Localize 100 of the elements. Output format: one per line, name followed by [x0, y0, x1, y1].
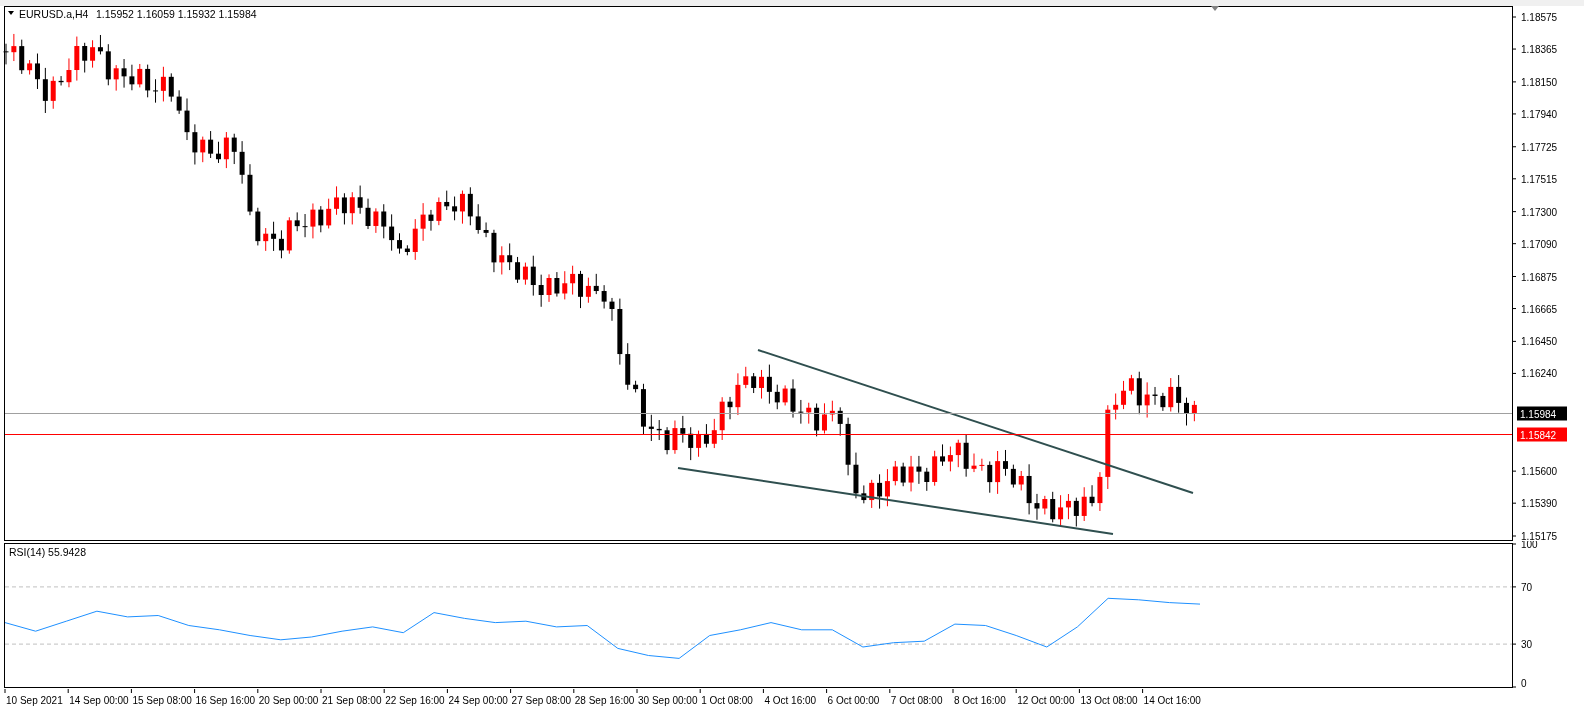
- candle: [168, 72, 174, 103]
- candle: [192, 123, 198, 165]
- candle: [27, 59, 33, 75]
- candle: [814, 402, 820, 437]
- price-axis-label: 1.15175: [1521, 531, 1558, 541]
- price-axis-label: 1.18575: [1521, 12, 1558, 23]
- candle: [625, 342, 631, 391]
- candle: [554, 271, 560, 298]
- candle: [908, 455, 914, 492]
- price-axis-label: 1.16240: [1521, 368, 1558, 380]
- candle: [208, 130, 214, 159]
- time-axis-label: 24 Sep 00:00: [448, 695, 508, 706]
- candle: [955, 439, 961, 468]
- rsi-axis-label: 70: [1521, 581, 1533, 593]
- price-axis-label: 1.16875: [1521, 271, 1558, 283]
- candle: [743, 366, 749, 389]
- candle: [247, 163, 253, 216]
- candle: [995, 450, 1001, 495]
- candle: [672, 420, 678, 455]
- candle: [1184, 397, 1189, 426]
- candle: [1034, 493, 1040, 521]
- candle: [1089, 484, 1095, 507]
- candle: [593, 273, 599, 295]
- time-axis-label: 22 Sep 16:00: [385, 695, 445, 706]
- candle: [562, 270, 568, 300]
- ohlc-values: 1.15952 1.16059 1.15932 1.15984: [96, 8, 257, 20]
- candle: [436, 196, 442, 226]
- time-axis-label: 21 Sep 08:00: [322, 695, 382, 706]
- candle: [837, 406, 843, 437]
- time-axis-label: 1 Oct 08:00: [701, 695, 753, 706]
- candle: [932, 450, 938, 487]
- candle: [499, 245, 505, 275]
- candle: [475, 203, 481, 235]
- candle: [680, 415, 686, 444]
- candle: [790, 378, 796, 419]
- candle: [1018, 470, 1024, 491]
- candle: [601, 284, 607, 309]
- candle: [735, 372, 741, 416]
- candle: [1144, 381, 1150, 419]
- candle: [302, 213, 308, 238]
- candle: [200, 136, 206, 163]
- candle: [1097, 471, 1103, 512]
- rsi-axis-label: 0: [1521, 678, 1527, 689]
- candle: [507, 242, 513, 271]
- candle: [829, 400, 835, 422]
- candle: [19, 39, 25, 75]
- candle: [357, 185, 363, 215]
- candle: [578, 270, 583, 309]
- price-axis-label: 1.17515: [1521, 173, 1558, 185]
- candle: [924, 467, 930, 492]
- candle: [892, 460, 898, 486]
- candle: [648, 414, 654, 442]
- candle: [145, 64, 151, 98]
- candle: [987, 460, 993, 494]
- candle: [570, 265, 576, 296]
- candle: [546, 273, 552, 303]
- candle: [1050, 491, 1056, 523]
- candle: [286, 216, 292, 255]
- time-axis-label: 7 Oct 08:00: [890, 695, 943, 706]
- candle: [774, 384, 780, 410]
- candle: [263, 227, 269, 252]
- candle: [428, 209, 434, 232]
- candle: [1010, 464, 1016, 489]
- candle: [609, 297, 615, 322]
- candle: [397, 232, 402, 255]
- time-axis-label: 20 Sep 00:00: [258, 695, 319, 706]
- candle: [806, 402, 812, 425]
- price-axis-label: 1.17940: [1521, 108, 1558, 120]
- candle: [365, 198, 371, 230]
- candle: [719, 396, 725, 441]
- candle: [822, 402, 827, 435]
- candle: [74, 36, 80, 82]
- candle: [491, 229, 497, 273]
- candle: [853, 452, 859, 499]
- candle: [963, 434, 969, 478]
- price-badge: 1.15842: [1517, 427, 1567, 442]
- rsi-axis-label: 30: [1521, 639, 1533, 651]
- candle: [530, 255, 536, 297]
- price-badge: 1.15984: [1517, 406, 1567, 421]
- candle: [231, 133, 237, 165]
- candle: [1152, 386, 1158, 406]
- candle: [1136, 371, 1142, 415]
- candle: [373, 207, 379, 234]
- candle: [1081, 486, 1087, 522]
- candle: [1160, 392, 1166, 412]
- time-axis-label: 30 Sep 00:00: [638, 695, 698, 706]
- candle: [176, 89, 182, 115]
- candle: [971, 453, 977, 473]
- candle: [82, 42, 88, 73]
- candle: [845, 417, 851, 476]
- candle: [255, 207, 261, 246]
- candle: [389, 213, 395, 252]
- candle: [444, 190, 450, 211]
- rsi-axis-label: 100: [1521, 541, 1538, 550]
- candle: [216, 141, 221, 164]
- symbol-label: EURUSD.a,H4: [19, 8, 89, 20]
- candle: [467, 186, 473, 226]
- candle: [1191, 400, 1197, 422]
- candle: [979, 458, 985, 472]
- indicator-title: RSI(14) 55.9428: [9, 546, 87, 558]
